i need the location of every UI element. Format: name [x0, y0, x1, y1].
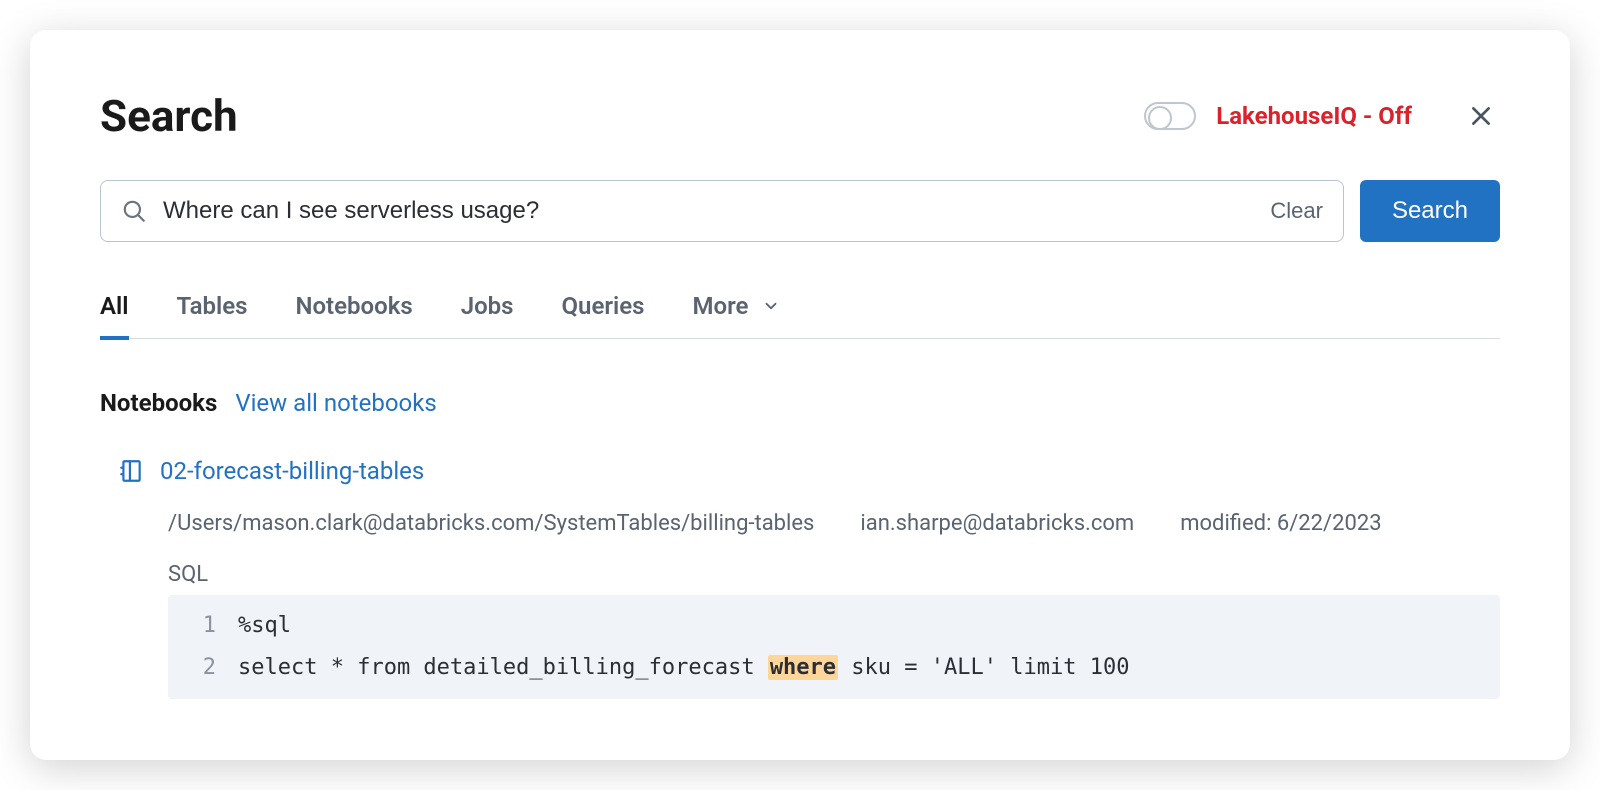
code-block: 1 %sql 2 select * from detailed_billing_… [168, 595, 1500, 699]
tab-more-label: More [692, 292, 748, 320]
search-input[interactable] [163, 197, 1270, 225]
code-language: SQL [168, 562, 1500, 587]
tab-all[interactable]: All [100, 292, 129, 340]
tab-tables[interactable]: Tables [177, 292, 248, 340]
search-icon [121, 198, 147, 224]
clear-button[interactable]: Clear [1270, 198, 1323, 224]
code-line-2: select * from detailed_billing_forecast … [238, 647, 1500, 689]
result-owner: ian.sharpe@databricks.com [860, 511, 1134, 536]
section-title: Notebooks [100, 389, 217, 417]
close-button[interactable] [1462, 97, 1500, 135]
notebook-icon [118, 457, 144, 485]
search-button[interactable]: Search [1360, 180, 1500, 242]
chevron-down-icon [762, 297, 780, 315]
close-icon [1468, 103, 1494, 129]
tab-queries[interactable]: Queries [562, 292, 645, 340]
highlight-match: where [768, 655, 838, 680]
lakehouseiq-toggle[interactable] [1144, 102, 1196, 130]
line-number: 1 [168, 605, 238, 647]
page-title: Search [100, 90, 238, 142]
tab-more[interactable]: More [692, 292, 780, 340]
result-path: /Users/mason.clark@databricks.com/System… [168, 511, 814, 536]
tab-jobs[interactable]: Jobs [461, 292, 514, 340]
tab-notebooks[interactable]: Notebooks [295, 292, 412, 340]
tabs-bar: All Tables Notebooks Jobs Queries More [100, 292, 1500, 339]
result-modified: modified: 6/22/2023 [1180, 511, 1381, 536]
result-title[interactable]: 02-forecast-billing-tables [160, 457, 424, 485]
code-line-1: %sql [238, 605, 1500, 647]
view-all-link[interactable]: View all notebooks [235, 389, 436, 417]
search-field-wrap: Clear [100, 180, 1344, 242]
line-number: 2 [168, 647, 238, 689]
lakehouseiq-label: LakehouseIQ - Off [1216, 102, 1412, 130]
